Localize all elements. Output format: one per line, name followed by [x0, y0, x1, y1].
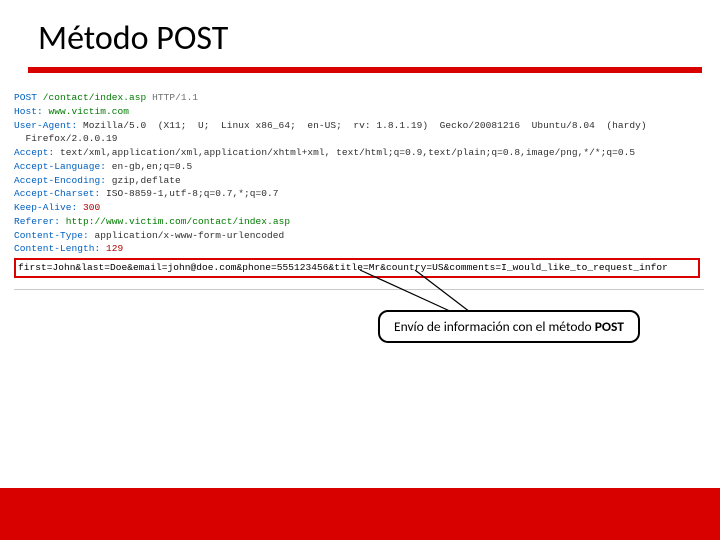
- header-ct-name: Content-Type:: [14, 230, 89, 241]
- header-accept-name: Accept:: [14, 147, 54, 158]
- http-path: /contact/index.asp: [43, 92, 147, 103]
- callout-box: Envío de información con el método POST: [378, 310, 640, 343]
- http-method: POST: [14, 92, 37, 103]
- footer-bar: [0, 488, 720, 540]
- header-accenc-name: Accept-Encoding:: [14, 175, 106, 186]
- http-protocol: HTTP/1.1: [152, 92, 198, 103]
- header-cl-value: 129: [106, 243, 123, 254]
- header-ua-name: User-Agent:: [14, 120, 77, 131]
- header-cl-name: Content-Length:: [14, 243, 100, 254]
- header-ua-value: Mozilla/5.0 (X11; U; Linux x86_64; en-US…: [83, 120, 647, 131]
- block-bottom-rule: [14, 289, 704, 290]
- header-referer-name: Referer:: [14, 216, 60, 227]
- header-accept-value: text/xml,application/xml,application/xht…: [60, 147, 635, 158]
- http-body: first=John&last=Doe&email=john@doe.com&p…: [18, 262, 668, 273]
- header-host-value: www.victim.com: [49, 106, 130, 117]
- callout-text: Envío de información con el método POST: [394, 318, 624, 335]
- header-keepalive-name: Keep-Alive:: [14, 202, 77, 213]
- header-accenc-value: gzip,deflate: [112, 175, 181, 186]
- header-referer-value: http://www.victim.com/contact/index.asp: [66, 216, 290, 227]
- header-acclang-value: en-gb,en;q=0.5: [112, 161, 193, 172]
- slide-title: Método POST: [0, 0, 720, 67]
- http-request-block: POST /contact/index.asp HTTP/1.1 Host: w…: [0, 73, 720, 287]
- header-keepalive-value: 300: [83, 202, 100, 213]
- header-ua-value-2: Firefox/2.0.0.19: [26, 133, 118, 144]
- http-body-highlight: first=John&last=Doe&email=john@doe.com&p…: [14, 258, 700, 278]
- header-acclang-name: Accept-Language:: [14, 161, 106, 172]
- header-host-name: Host:: [14, 106, 43, 117]
- header-acccs-value: ISO-8859-1,utf-8;q=0.7,*;q=0.7: [106, 188, 279, 199]
- header-ct-value: application/x-www-form-urlencoded: [95, 230, 285, 241]
- header-acccs-name: Accept-Charset:: [14, 188, 100, 199]
